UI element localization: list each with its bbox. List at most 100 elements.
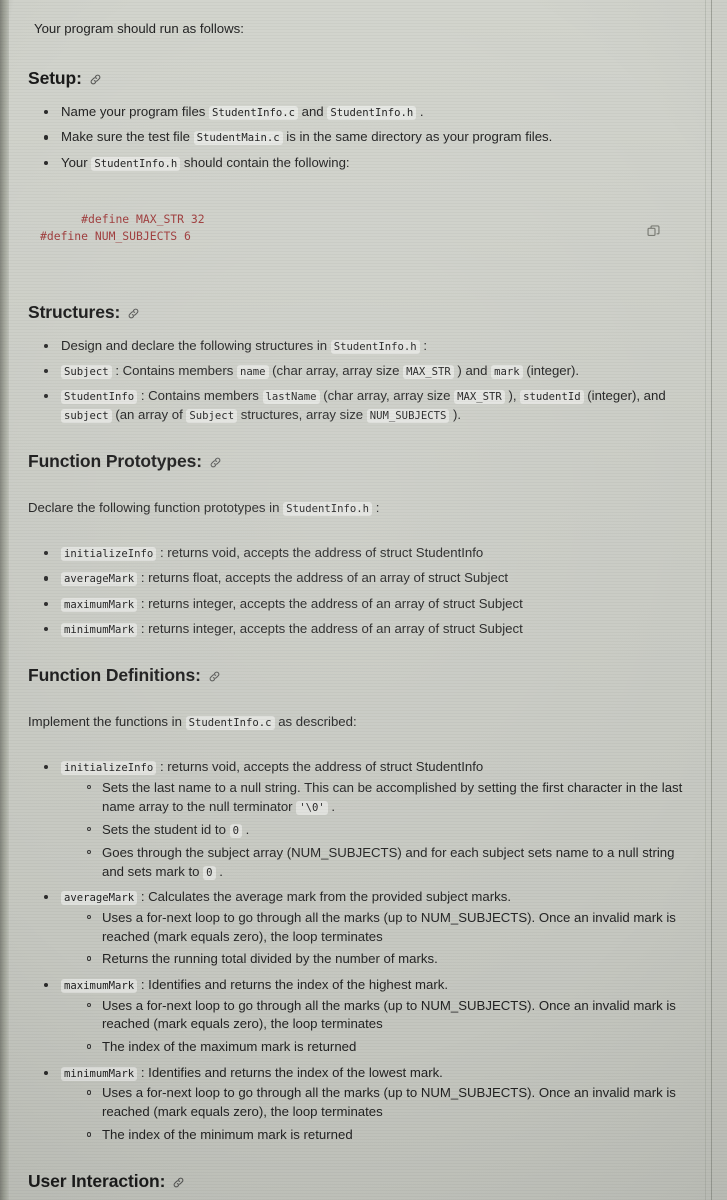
inline-code: maximumMark <box>61 597 138 612</box>
inline-code: StudentInfo.c <box>209 106 298 121</box>
inline-code: MAX_STR <box>403 364 454 379</box>
code-block-defines: #define MAX_STR 32 #define NUM_SUBJECTS … <box>12 189 709 282</box>
link-icon[interactable] <box>208 670 221 683</box>
sub-item-tail: . <box>327 798 336 814</box>
inline-code: lastName <box>262 390 320 405</box>
list-item: The index of the minimum mark is returne… <box>86 1126 697 1145</box>
list-item: Subject : Contains members name (char ar… <box>42 362 709 381</box>
inline-code: minimumMark <box>61 1066 138 1081</box>
section-heading-function-prototypes-label: Function Prototypes: <box>28 450 202 471</box>
sub-item-tail: . <box>241 821 250 837</box>
list-item-text: : returns void, accepts the address of s… <box>156 545 484 561</box>
assignment-document: Your program should run as follows: Setu… <box>0 0 727 1200</box>
section-heading-user-interaction-label: User Interaction: <box>28 1171 166 1192</box>
section-heading-function-prototypes: Function Prototypes: <box>12 451 709 472</box>
inline-code: NUM_SUBJECTS <box>366 408 450 423</box>
inline-code: initializeInfo <box>61 547 157 562</box>
inline-code: 0 <box>203 865 216 880</box>
list-item-text: : returns void, accepts the address of s… <box>156 759 484 775</box>
code-block-text: #define MAX_STR 32 #define NUM_SUBJECTS … <box>40 212 205 243</box>
function-prototypes-bullet-list: initializeInfo : returns void, accepts t… <box>12 544 709 638</box>
list-item-text: : returns integer, accepts the address o… <box>137 595 523 611</box>
sub-bullet-list: Uses a for-next loop to go through all t… <box>61 1084 697 1145</box>
screenshot-surface: Your program should run as follows: Setu… <box>0 0 727 1200</box>
inline-code: StudentMain.c <box>193 131 283 146</box>
inline-code: studentId <box>520 390 584 405</box>
inline-code: averageMark <box>61 572 138 587</box>
list-item: Uses a for-next loop to go through all t… <box>86 997 697 1035</box>
list-item-text: : returns integer, accepts the address o… <box>137 620 523 636</box>
section-heading-function-definitions: Function Definitions: <box>12 665 709 686</box>
link-icon[interactable] <box>209 456 222 469</box>
list-item-text: : Identifies and returns the index of th… <box>137 976 448 992</box>
list-item: Returns the running total divided by the… <box>86 950 697 969</box>
sub-item-text: Sets the student id to <box>102 821 230 837</box>
inline-code: mark <box>491 364 523 379</box>
list-item: averageMark : returns float, accepts the… <box>42 569 709 588</box>
copy-icon[interactable] <box>646 191 661 236</box>
list-item: maximumMark : Identifies and returns the… <box>42 976 709 1057</box>
inline-code: 0 <box>229 823 242 838</box>
lead-text: Implement the functions in <box>28 714 186 730</box>
section-heading-structures-label: Structures: <box>28 301 121 322</box>
lead-text: Declare the following function prototype… <box>28 500 284 516</box>
inline-code: Subject <box>61 364 112 379</box>
inline-code: maximumMark <box>61 978 138 993</box>
list-item: Name your program files StudentInfo.c an… <box>42 103 709 122</box>
list-item: Design and declare the following structu… <box>42 337 709 356</box>
list-item: maximumMark : returns integer, accepts t… <box>42 595 709 614</box>
section-heading-setup-label: Setup: <box>28 68 82 89</box>
link-icon[interactable] <box>127 307 140 320</box>
list-item: Sets the last name to a null string. Thi… <box>86 779 697 817</box>
inline-code: StudentInfo.h <box>91 156 181 171</box>
list-item: initializeInfo : returns void, accepts t… <box>42 758 709 881</box>
list-item: Your StudentInfo.h should contain the fo… <box>42 154 709 173</box>
function-definitions-bullet-list: initializeInfo : returns void, accepts t… <box>12 758 709 1145</box>
inline-code: initializeInfo <box>61 761 157 776</box>
inline-code: MAX_STR <box>454 390 505 405</box>
section-heading-structures: Structures: <box>12 302 709 323</box>
inline-code: StudentInfo.h <box>330 339 420 354</box>
sub-item-text: Goes through the subject array (NUM_SUBJ… <box>102 844 675 879</box>
link-icon[interactable] <box>89 73 102 86</box>
list-item-text: : Identifies and returns the index of th… <box>137 1064 443 1080</box>
link-icon[interactable] <box>172 1176 185 1189</box>
section-heading-setup: Setup: <box>12 68 709 89</box>
sub-bullet-list: Sets the last name to a null string. Thi… <box>61 779 697 881</box>
inline-code: StudentInfo.h <box>327 106 417 121</box>
sub-item-tail: . <box>215 863 223 879</box>
inline-code: StudentInfo.h <box>283 502 373 517</box>
inline-code: StudentInfo <box>61 390 138 405</box>
list-item: Make sure the test file StudentMain.c is… <box>42 128 709 147</box>
inline-code: subject <box>61 408 112 423</box>
section-heading-function-definitions-label: Function Definitions: <box>28 665 201 686</box>
lead-text-tail: : <box>372 500 380 516</box>
function-prototypes-lead: Declare the following function prototype… <box>12 499 709 517</box>
setup-bullet-list: Name your program files StudentInfo.c an… <box>12 103 709 172</box>
section-heading-user-interaction: User Interaction: <box>12 1171 709 1192</box>
list-item: initializeInfo : returns void, accepts t… <box>42 544 709 563</box>
list-item-text: : Calculates the average mark from the p… <box>137 888 511 904</box>
sub-bullet-list: Uses a for-next loop to go through all t… <box>61 909 697 970</box>
list-item: The index of the maximum mark is returne… <box>86 1038 697 1057</box>
list-item-text: : returns float, accepts the address of … <box>137 570 509 586</box>
function-definitions-lead: Implement the functions in StudentInfo.c… <box>12 713 709 731</box>
list-item: minimumMark : returns integer, accepts t… <box>42 620 709 639</box>
list-item: Goes through the subject array (NUM_SUBJ… <box>86 844 697 882</box>
sub-item-text: Sets the last name to a null string. Thi… <box>102 780 683 814</box>
lead-text-tail: as described: <box>274 714 357 730</box>
inline-code: minimumMark <box>61 622 138 637</box>
list-item: Sets the student id to 0 . <box>86 821 697 840</box>
list-item: Uses a for-next loop to go through all t… <box>86 909 697 947</box>
list-item: Uses a for-next loop to go through all t… <box>86 1084 697 1122</box>
list-item: minimumMark : Identifies and returns the… <box>42 1064 709 1145</box>
structures-bullet-list: Design and declare the following structu… <box>12 337 709 425</box>
inline-code: name <box>236 364 269 379</box>
inline-code: Subject <box>186 408 238 423</box>
inline-code: averageMark <box>61 890 138 905</box>
list-item: StudentInfo : Contains members lastName … <box>42 387 709 424</box>
sub-bullet-list: Uses a for-next loop to go through all t… <box>61 997 697 1058</box>
intro-paragraph: Your program should run as follows: <box>34 21 244 37</box>
inline-code: '\0' <box>296 800 328 815</box>
inline-code: StudentInfo.c <box>185 716 275 731</box>
